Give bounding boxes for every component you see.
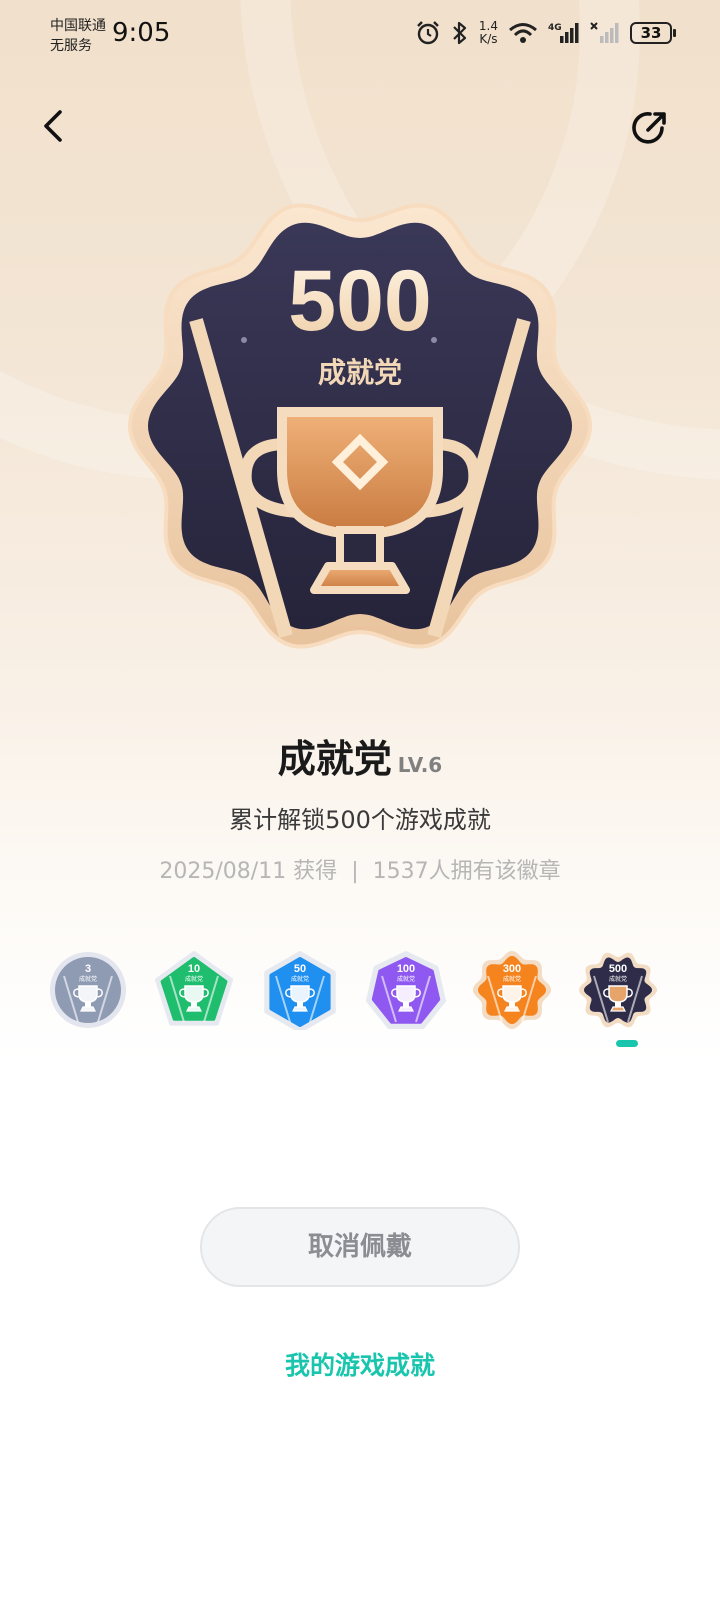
level-badge-art: 10 成就党 xyxy=(154,951,234,1026)
signal-off-icon xyxy=(590,22,619,43)
level-badge-number: 500 xyxy=(609,963,627,975)
badge-level: LV.6 xyxy=(397,753,443,777)
level-badge-list: 3 成就党 10 成就党 50 成就党 100 成就党 300 成就党 500 … xyxy=(0,950,720,1040)
level-badge-3[interactable]: 3 成就党 xyxy=(48,950,128,1030)
level-badge-10[interactable]: 10 成就党 xyxy=(154,950,234,1030)
badge-meta: 2025/08/11 获得 | 1537人拥有该徽章 xyxy=(0,853,720,885)
level-badge-art: 500 成就党 xyxy=(579,952,657,1028)
badge-name-on-art: 成就党 xyxy=(318,356,402,389)
level-badge-art: 3 成就党 xyxy=(50,952,126,1028)
selected-indicator xyxy=(616,1040,638,1047)
badge-title: 成就党 xyxy=(277,737,392,781)
status-time: 9:05 xyxy=(112,18,171,48)
level-badge-label: 成就党 xyxy=(291,975,309,983)
level-badge-number: 50 xyxy=(294,963,306,975)
level-badge-300[interactable]: 300 成就党 xyxy=(472,950,552,1030)
level-badge-label: 成就党 xyxy=(609,975,627,983)
level-badge-50[interactable]: 50 成就党 xyxy=(260,950,340,1030)
level-badge-label: 成就党 xyxy=(185,975,203,983)
level-badge-art: 300 成就党 xyxy=(473,951,551,1029)
badge-title-row: 成就党 LV.6 xyxy=(0,728,720,783)
level-badge-art: 100 成就党 xyxy=(366,951,446,1030)
level-badge-number: 3 xyxy=(85,963,91,975)
obtained-date: 2025/08/11 获得 xyxy=(159,859,338,884)
battery-icon: 33 xyxy=(630,22,676,44)
level-badge-number: 100 xyxy=(397,963,415,975)
back-button[interactable] xyxy=(36,106,76,146)
carrier-service: 无服务 xyxy=(50,38,92,54)
net-speed: 1.4 K/s xyxy=(479,20,498,46)
level-badge-500[interactable]: 500 成就党 xyxy=(578,950,658,1030)
chevron-left-icon xyxy=(44,110,62,142)
status-icons: 1.4 K/s 4G 33 xyxy=(415,20,676,46)
level-badge-number: 10 xyxy=(188,963,200,975)
badge-artwork: 500 成就党 xyxy=(127,203,593,649)
main-badge: 500 成就党 xyxy=(124,190,596,662)
badge-number: 500 xyxy=(288,253,432,349)
level-badge-label: 成就党 xyxy=(79,975,97,983)
level-badge-art: 50 成就党 xyxy=(264,951,336,1030)
my-achievements-link[interactable]: 我的游戏成就 xyxy=(0,1346,720,1382)
level-badge-label: 成就党 xyxy=(397,975,415,983)
alarm-icon xyxy=(417,21,439,45)
signal-icon: 4G xyxy=(548,23,579,43)
wifi-icon xyxy=(509,23,537,43)
carrier-info: 中国联通 无服务 xyxy=(50,16,106,56)
level-badge-100[interactable]: 100 成就党 xyxy=(366,950,446,1030)
bluetooth-icon xyxy=(453,21,467,45)
svg-text:4G: 4G xyxy=(548,23,562,33)
carrier-name: 中国联通 xyxy=(50,18,106,34)
status-bar: 中国联通 无服务 9:05 1.4 K/s 4G 33 xyxy=(0,0,720,70)
cancel-wear-button[interactable]: 取消佩戴 xyxy=(200,1207,520,1287)
owner-count: 1537人拥有该徽章 xyxy=(372,859,561,884)
level-badge-number: 300 xyxy=(503,963,521,975)
net-speed-unit: K/s xyxy=(479,32,498,46)
meta-separator: | xyxy=(351,859,359,884)
share-icon xyxy=(632,112,666,144)
level-badge-label: 成就党 xyxy=(503,975,521,983)
badge-description: 累计解锁500个游戏成就 xyxy=(229,806,491,834)
share-button[interactable] xyxy=(628,106,672,150)
